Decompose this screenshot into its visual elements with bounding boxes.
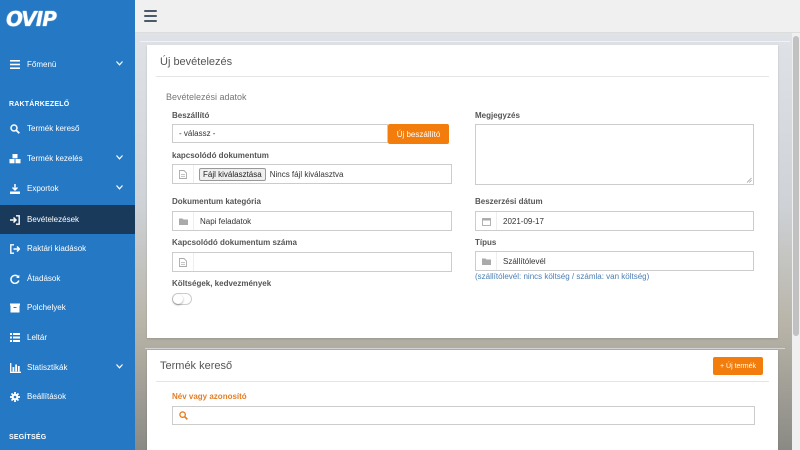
sidebar-item-beallitasok[interactable]: Beállítások: [0, 382, 135, 411]
gear-icon: [9, 391, 21, 403]
name-or-id-label: Név vagy azonosító: [172, 392, 247, 401]
chevron-down-icon: [116, 362, 123, 371]
product-search-panel: Termék kereső + Új termék Név vagy azono…: [147, 350, 778, 450]
chevron-down-icon: [116, 183, 123, 192]
logo[interactable]: OVIP: [0, 0, 135, 38]
hamburger-menu-icon[interactable]: [144, 10, 157, 22]
type-hint: (szállítólevél: nincs költség / számla: …: [475, 272, 650, 281]
sidebar-section-segitseg: SEGÍTSÉG: [9, 434, 47, 441]
file-icon: [173, 165, 194, 183]
resize-handle-icon[interactable]: [746, 177, 752, 183]
type-label: Típus: [475, 238, 497, 247]
related-doc-number-label: Kapcsolódó dokumentum száma: [172, 238, 297, 247]
page-scrollbar[interactable]: [792, 33, 800, 450]
no-file-text: Nincs fájl kiválasztva: [269, 169, 344, 179]
logo-text: OVIP: [6, 7, 57, 31]
new-product-button[interactable]: + Új termék: [713, 357, 763, 375]
section-title: Bevételezési adatok: [166, 92, 247, 102]
sidebar-item-label: Főmenü: [27, 60, 57, 69]
sidebar-item-bevetelezesek[interactable]: Bevételezések: [0, 205, 135, 234]
folder-icon: [173, 212, 194, 230]
search-icon: [173, 411, 194, 420]
supplier-select[interactable]: - válassz -: [172, 124, 388, 143]
sidebar-item-statisztikak[interactable]: Statisztikák: [0, 353, 135, 382]
doc-category-label: Dokumentum kategória: [172, 197, 261, 206]
sidebar-item-label: Polchelyek: [27, 303, 66, 312]
sidebar-item-label: Beállítások: [27, 392, 67, 401]
name-or-id-input[interactable]: [172, 406, 755, 425]
sidebar-item-raktari-kiadasok[interactable]: Raktári kiadások: [0, 234, 135, 263]
sidebar-item-termek-kereso[interactable]: Termék kereső: [0, 114, 135, 143]
type-select[interactable]: Szállítólevél: [475, 251, 754, 271]
sidebar: OVIP Főmenü RAKTÁRKEZELŐ Termék kereső T…: [0, 0, 135, 450]
new-supplier-button[interactable]: Új beszállító: [388, 124, 449, 144]
cubes-icon: [9, 153, 21, 165]
note-textarea[interactable]: [475, 124, 754, 185]
purchase-date-value: 2021-09-17: [503, 216, 544, 226]
sidebar-item-label: Raktári kiadások: [27, 244, 87, 253]
new-receipt-panel: Új bevételezés Bevételezési adatok Beszá…: [147, 45, 778, 338]
note-label: Megjegyzés: [475, 111, 520, 120]
chevron-down-icon: [116, 153, 123, 162]
sidebar-item-label: Termék kereső: [27, 124, 80, 133]
doc-category-value: Napi feladatok: [200, 216, 252, 226]
divider: [156, 76, 769, 77]
divider: [156, 381, 769, 382]
sidebar-section-raktarkezelo: RAKTÁRKEZELŐ: [9, 101, 70, 108]
box-icon: [9, 302, 21, 314]
sidebar-item-label: Termék kezelés: [27, 154, 83, 163]
purchase-date-input[interactable]: 2021-09-17: [475, 211, 754, 231]
bar-chart-icon: [9, 362, 21, 374]
calendar-icon: [476, 212, 497, 230]
chevron-down-icon: [116, 59, 123, 68]
sidebar-item-leltar[interactable]: Leltár: [0, 323, 135, 352]
purchase-date-label: Beszerzési dátum: [475, 197, 543, 206]
sidebar-item-label: Exportok: [27, 184, 59, 193]
menu-icon: [9, 59, 21, 71]
file-icon: [173, 253, 194, 271]
related-doc-number-input[interactable]: [172, 252, 452, 272]
toggle-knob: [173, 294, 183, 304]
type-value: Szállítólevél: [503, 256, 546, 266]
search-icon: [9, 123, 21, 135]
folder-icon: [476, 252, 497, 270]
top-bar: [135, 0, 800, 33]
sidebar-item-label: Bevételezések: [27, 215, 80, 224]
list-icon: [9, 332, 21, 344]
sidebar-item-termek-kezeles[interactable]: Termék kezelés: [0, 144, 135, 173]
sign-out-icon: [9, 243, 21, 255]
sidebar-item-exportok[interactable]: Exportok: [0, 174, 135, 203]
refresh-icon: [9, 273, 21, 285]
related-doc-file-input[interactable]: Fájl kiválasztása Nincs fájl kiválasztva: [172, 164, 452, 184]
costs-label: Költségek, kedvezmények: [172, 279, 272, 288]
sidebar-item-label: Átadások: [27, 274, 61, 283]
costs-toggle[interactable]: [172, 293, 192, 305]
download-icon: [9, 183, 21, 195]
sidebar-item-atadasok[interactable]: Átadások: [0, 264, 135, 293]
product-search-title: Termék kereső: [160, 360, 233, 372]
supplier-label: Beszállító: [172, 111, 210, 120]
supplier-select-value: - válassz -: [179, 129, 216, 138]
sidebar-item-label: Statisztikák: [27, 363, 68, 372]
sign-in-icon: [9, 214, 21, 226]
related-doc-label: kapcsolódó dokumentum: [172, 151, 269, 160]
choose-file-button[interactable]: Fájl kiválasztása: [199, 167, 266, 181]
sidebar-item-polchelyek[interactable]: Polchelyek: [0, 293, 135, 322]
doc-category-select[interactable]: Napi feladatok: [172, 211, 452, 231]
page-title: Új bevételezés: [160, 56, 233, 68]
sidebar-item-fomenu[interactable]: Főmenü: [0, 50, 135, 79]
scrollbar-thumb[interactable]: [793, 36, 799, 336]
sidebar-item-label: Leltár: [27, 333, 48, 342]
